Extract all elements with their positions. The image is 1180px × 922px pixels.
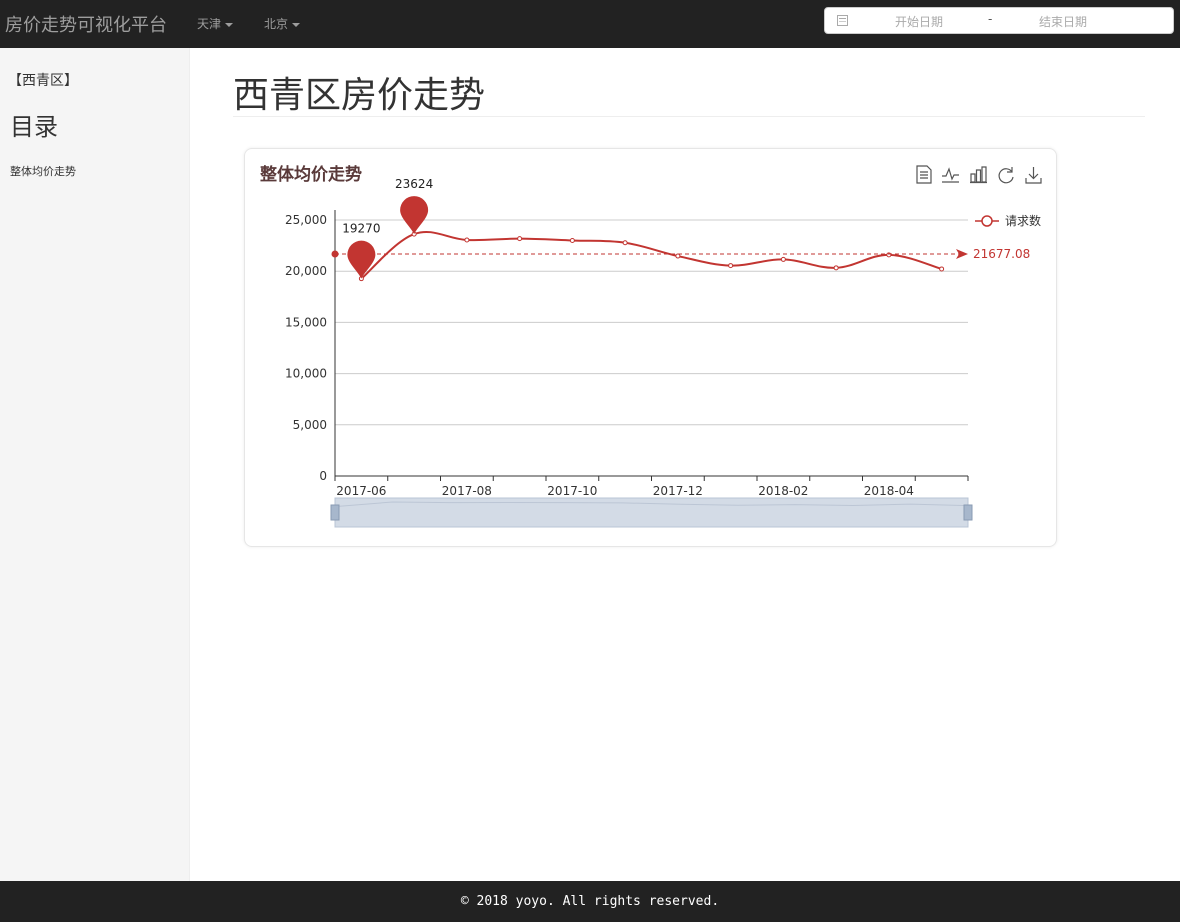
city-dropdown-beijing[interactable]: 北京 xyxy=(264,15,301,32)
x-tick-label: 2017-12 xyxy=(653,484,703,498)
y-tick-label: 15,000 xyxy=(285,315,327,329)
min-mark-label: 19270 xyxy=(342,222,380,236)
city-dropdown-tianjin[interactable]: 天津 xyxy=(197,15,234,32)
data-point xyxy=(622,240,628,246)
calendar-icon xyxy=(837,15,848,26)
x-tick-label: 2017-06 xyxy=(336,484,386,498)
data-point xyxy=(833,265,839,271)
min-mark-pin xyxy=(347,240,376,279)
data-point xyxy=(886,252,892,258)
bar-chart-icon[interactable] xyxy=(970,166,987,184)
data-point xyxy=(728,263,734,269)
caret-down-icon xyxy=(225,22,234,27)
data-point xyxy=(780,256,786,262)
legend-label: 请求数 xyxy=(1005,213,1041,228)
footer: © 2018 yoyo. All rights reserved. xyxy=(0,881,1180,922)
page-title: 西青区房价走势 xyxy=(233,75,486,116)
legend-marker xyxy=(981,215,993,227)
data-view-icon[interactable] xyxy=(916,165,932,184)
toc-title: 目录 xyxy=(10,113,58,141)
x-tick-label: 2018-02 xyxy=(758,484,808,498)
x-tick-label: 2018-04 xyxy=(864,484,914,498)
y-tick-label: 25,000 xyxy=(285,213,327,227)
average-mark-label: 21677.08 xyxy=(973,247,1030,261)
date-separator: - xyxy=(988,12,993,26)
data-point xyxy=(569,237,575,243)
chart-title: 整体均价走势 xyxy=(260,164,362,185)
price-trend-chart[interactable]: 整体均价走势 0 5,000 10,000 15,000 20,000 25,000 2017… xyxy=(245,149,1058,548)
city-dropdown-label: 天津 xyxy=(197,17,222,31)
data-point xyxy=(517,236,523,242)
restore-icon[interactable] xyxy=(998,167,1014,184)
start-date-input[interactable]: 开始日期 xyxy=(895,13,943,30)
line-chart-icon[interactable] xyxy=(942,167,959,183)
data-zoom-handle[interactable] xyxy=(963,504,973,521)
district-label: 【西青区】 xyxy=(8,73,78,89)
sidebar: 【西青区】 目录 整体均价走势 xyxy=(0,48,190,881)
y-tick-label: 5,000 xyxy=(293,418,327,432)
date-range-picker[interactable]: 开始日期 - 结束日期 xyxy=(824,7,1174,34)
x-tick-label: 2017-08 xyxy=(442,484,492,498)
max-mark-label: 23624 xyxy=(395,177,433,191)
end-date-input[interactable]: 结束日期 xyxy=(1039,13,1087,30)
data-point xyxy=(464,237,470,243)
chart-panel: 整体均价走势 0 5,000 10,000 15,000 20,000 25,000 2017… xyxy=(244,148,1057,547)
brand-title[interactable]: 房价走势可视化平台 xyxy=(5,11,167,37)
mark-line-arrow xyxy=(956,249,968,260)
data-zoom-handle[interactable] xyxy=(330,504,340,521)
x-tick-label: 2017-10 xyxy=(547,484,597,498)
copyright-text: © 2018 yoyo. All rights reserved. xyxy=(460,894,720,909)
y-tick-label: 20,000 xyxy=(285,264,327,278)
city-dropdown-label: 北京 xyxy=(264,17,289,31)
navbar: 房价走势可视化平台 天津 北京 开始日期 - 结束日期 xyxy=(0,0,1180,48)
data-point xyxy=(675,253,681,259)
caret-down-icon xyxy=(292,22,301,27)
download-icon[interactable] xyxy=(1025,167,1042,184)
y-tick-label: 10,000 xyxy=(285,367,327,381)
max-mark-pin xyxy=(400,196,429,235)
title-divider xyxy=(233,116,1145,117)
y-tick-label: 0 xyxy=(319,469,327,483)
data-point xyxy=(939,266,945,272)
toc-item-overall-trend[interactable]: 整体均价走势 xyxy=(10,163,76,179)
